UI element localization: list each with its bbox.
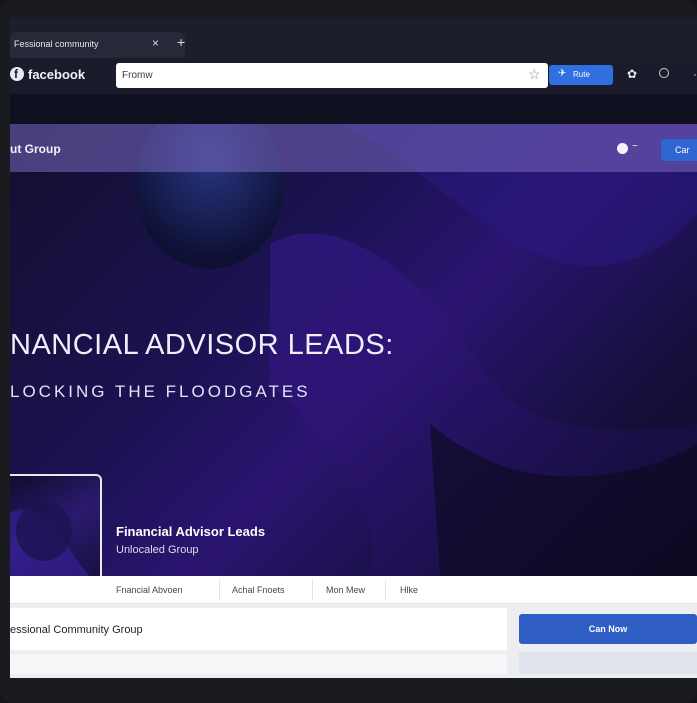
cover-headline: NANCIAL ADVISOR LEADS: [10,329,394,361]
header-cta-label: Car [675,145,690,155]
join-button-label: Can Now [588,624,628,634]
hero-cover: ut Group ~ Car NANCIAL ADVISOR LEADS: LO… [10,124,697,576]
facebook-logo-icon[interactable]: f [10,67,24,81]
nav-item-mon[interactable]: Mon Mew [326,585,365,595]
tab-close-icon[interactable]: × [152,36,159,50]
group-name: Financial Advisor Leads [116,524,266,539]
settings-icon[interactable] [659,68,669,78]
secondary-card [10,654,507,674]
extension-icon[interactable]: ✿ [627,67,637,81]
new-tab-icon[interactable]: + [177,34,185,50]
join-button[interactable]: Can Now [519,614,697,644]
browser-tab[interactable]: Fessional community × [10,32,185,58]
address-input[interactable] [122,67,502,84]
nav-divider [385,580,386,600]
header-cta-button[interactable]: Car [661,139,697,161]
chevron-down-icon[interactable]: ~ [632,141,638,152]
share-button[interactable]: ✈ Rute [549,65,613,85]
nav-item-financial[interactable]: Fnancial Abvoen [116,585,183,595]
sidebar-panel [519,652,697,674]
tab-title: Fessional community [14,39,99,49]
group-bar-title: ut Group [10,142,61,156]
nav-divider [312,580,313,600]
browser-screen: Fessional community × + f facebook ☆ ✈ R… [10,18,697,678]
nav-item-hike[interactable]: Hlke [400,585,418,595]
group-header-bar: ut Group ~ Car [10,124,697,172]
nav-item-actual[interactable]: Achal Fnoets [232,585,285,595]
window-frame: Fessional community × + f facebook ☆ ✈ R… [0,0,697,703]
info-icon[interactable] [617,143,628,154]
about-card-title: essional Community Group [10,624,143,636]
avatar-art [10,501,90,576]
group-avatar[interactable] [10,474,102,576]
top-spacer [10,94,697,124]
group-nav: Fnancial Abvoen Achal Fnoets Mon Mew Hlk… [10,576,697,604]
tab-bar: Fessional community × + [10,18,697,58]
share-icon: ✈ [558,68,567,79]
share-button-label: Rute [573,70,590,79]
facebook-wordmark[interactable]: facebook [28,67,85,82]
about-card: essional Community Group [10,608,507,650]
profile-icon[interactable]: · [693,67,697,81]
cover-subheadline: LOCKING THE FLOODGATES [10,382,311,401]
address-toolbar: f facebook ☆ ✈ Rute ✿ · [10,58,697,94]
group-content: essional Community Group Can Now [10,604,697,678]
nav-divider [219,580,220,600]
address-bar[interactable]: ☆ [116,63,548,88]
group-type: Unlocaled Group [116,544,199,556]
bookmark-star-icon[interactable]: ☆ [528,66,541,83]
window-bottom [0,678,697,703]
